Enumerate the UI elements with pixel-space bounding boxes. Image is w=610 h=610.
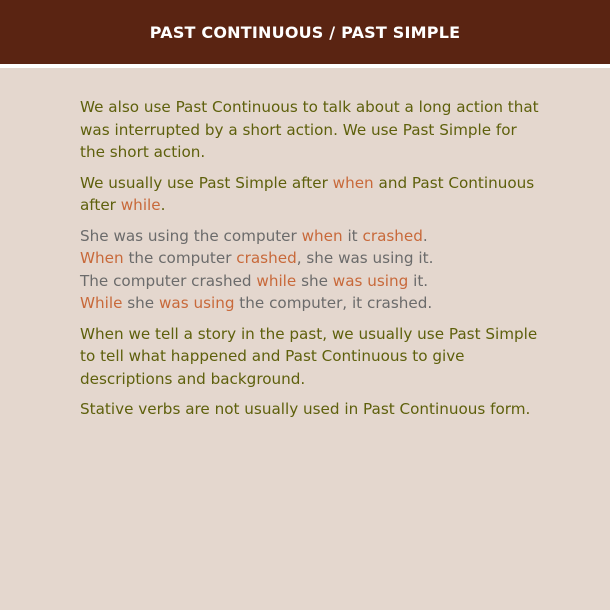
- example-sentence: She was using the computer when it crash…: [80, 225, 540, 248]
- page-title: PAST CONTINUOUS / PAST SIMPLE: [149, 22, 461, 42]
- rule-paragraph: We usually use Past Simple after when an…: [80, 172, 540, 217]
- rule-text: .: [160, 196, 166, 214]
- example-text: she: [122, 294, 159, 312]
- example-text: the computer: [123, 249, 237, 267]
- example-sentence: While she was using the computer, it cra…: [80, 292, 540, 315]
- example-sentence: When the computer crashed, she was using…: [80, 247, 540, 270]
- keyword-when: when: [332, 173, 374, 192]
- example-text: , she was using it.: [296, 249, 434, 267]
- example-keyword: When: [80, 249, 124, 267]
- example-text: She was using the computer: [80, 226, 302, 245]
- rule-text: We usually use Past Simple after: [80, 173, 333, 192]
- stative-paragraph: Stative verbs are not usually used in Pa…: [80, 400, 531, 418]
- example-keyword: while: [256, 271, 297, 290]
- example-text: .: [422, 226, 428, 245]
- example-keyword: crashed: [236, 249, 297, 267]
- example-sentence: The computer crashed while she was using…: [80, 270, 540, 293]
- example-keyword: was using: [332, 271, 409, 290]
- example-list: She was using the computer when it crash…: [80, 225, 540, 315]
- example-text: The computer crashed: [80, 271, 257, 290]
- keyword-while: while: [120, 196, 161, 214]
- example-keyword: While: [80, 294, 123, 312]
- example-keyword: crashed: [362, 226, 423, 245]
- header-bar: PAST CONTINUOUS / PAST SIMPLE: [0, 0, 610, 68]
- example-keyword: when: [301, 226, 343, 245]
- example-text: she: [296, 271, 333, 290]
- example-text: the computer, it crashed.: [234, 294, 433, 312]
- example-text: it: [342, 226, 363, 245]
- example-keyword: was using: [158, 294, 235, 312]
- lesson-content: We also use Past Continuous to talk abou…: [0, 68, 610, 421]
- example-text: it.: [408, 271, 429, 290]
- intro-paragraph: We also use Past Continuous to talk abou…: [80, 98, 539, 161]
- story-paragraph: When we tell a story in the past, we usu…: [80, 324, 538, 388]
